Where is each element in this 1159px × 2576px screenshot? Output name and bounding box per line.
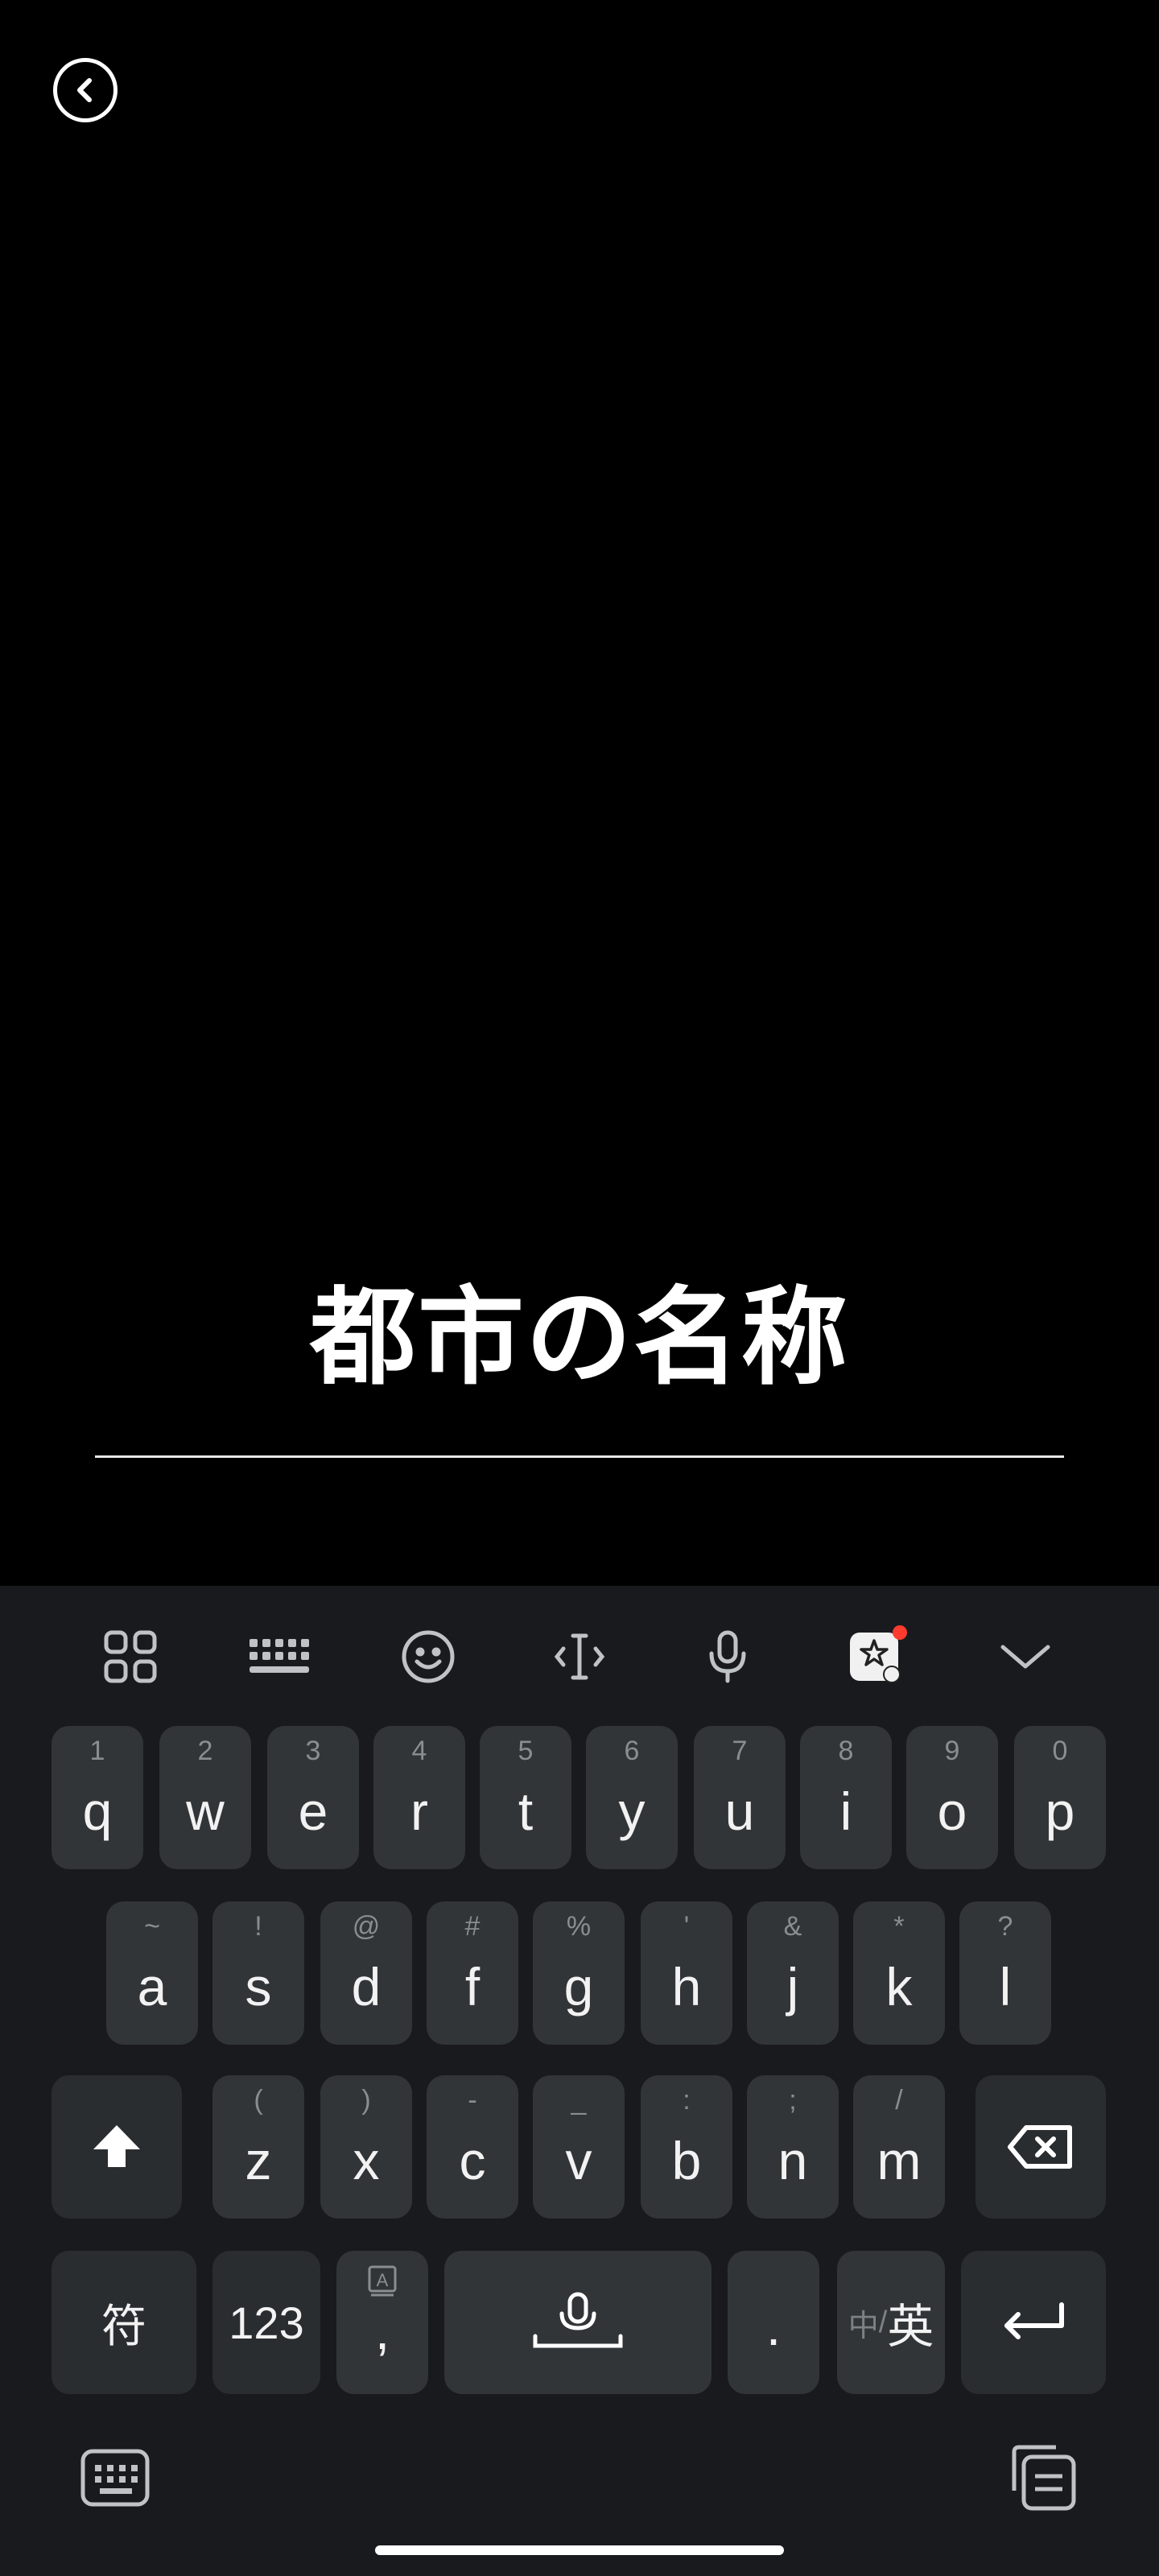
- comma-key[interactable]: A ,: [336, 2251, 428, 2394]
- key-k[interactable]: * k: [853, 1901, 945, 2045]
- emoji-icon[interactable]: [390, 1618, 467, 1695]
- keyboard-switcher-icon[interactable]: [79, 2447, 151, 2512]
- key-g[interactable]: % g: [533, 1901, 625, 2045]
- numbers-key[interactable]: 123: [212, 2251, 320, 2394]
- clipboard-icon[interactable]: [1008, 2444, 1079, 2515]
- back-button[interactable]: [53, 58, 118, 122]
- key-v[interactable]: _ v: [533, 2075, 625, 2219]
- shift-key[interactable]: [52, 2075, 182, 2219]
- home-indicator[interactable]: [375, 2545, 784, 2555]
- key-j[interactable]: & j: [747, 1901, 839, 2045]
- key-b[interactable]: :b: [641, 2075, 732, 2219]
- key-r[interactable]: 4r: [373, 1726, 465, 1869]
- backspace-icon: [1008, 2125, 1072, 2169]
- key-m[interactable]: / m: [853, 2075, 945, 2219]
- apps-grid-icon[interactable]: [92, 1618, 169, 1695]
- keyboard-layout-icon[interactable]: [240, 1618, 317, 1695]
- key-n[interactable]: ; n: [747, 2075, 839, 2219]
- key-x[interactable]: ) x: [320, 2075, 412, 2219]
- key-u[interactable]: 7u: [694, 1726, 786, 1869]
- key-e[interactable]: 3e: [267, 1726, 359, 1869]
- enter-arrow-icon: [1004, 2302, 1064, 2339]
- period-key[interactable]: .: [728, 2251, 819, 2394]
- soft-keyboard: 1q 2w 3e 4r 5t 6y 7u 8i 9o 0p ~ a ! s @ d #…: [0, 1586, 1159, 2576]
- page-title[interactable]: 都市の名称: [0, 1285, 1159, 1391]
- shift-arrow-icon: [93, 2125, 140, 2167]
- input-underline: [95, 1455, 1064, 1458]
- text-mode-icon: A: [368, 2265, 397, 2297]
- language-switch-key[interactable]: 中 / 英: [837, 2251, 945, 2394]
- key-t[interactable]: 5t: [480, 1726, 571, 1869]
- sticker-icon[interactable]: [839, 1618, 916, 1695]
- key-a[interactable]: ~ a: [106, 1901, 198, 2045]
- key-i[interactable]: 8i: [800, 1726, 892, 1869]
- collapse-keyboard-icon[interactable]: [987, 1618, 1064, 1695]
- space-microphone-icon: [533, 2292, 623, 2348]
- key-z[interactable]: (z: [212, 2075, 304, 2219]
- key-d[interactable]: @ d: [320, 1901, 412, 2045]
- backspace-key[interactable]: [975, 2075, 1106, 2219]
- chevron-left-icon: [77, 78, 92, 102]
- keyboard-toolbar: [0, 1586, 1159, 1715]
- key-l[interactable]: ? l: [959, 1901, 1051, 2045]
- space-key[interactable]: [444, 2251, 711, 2394]
- key-p[interactable]: 0p: [1014, 1726, 1106, 1869]
- key-h[interactable]: ' h: [641, 1901, 732, 2045]
- symbols-key[interactable]: 符: [52, 2251, 196, 2394]
- enter-key[interactable]: [961, 2251, 1106, 2394]
- key-q[interactable]: 1q: [52, 1726, 143, 1869]
- key-o[interactable]: 9o: [906, 1726, 998, 1869]
- svg-text:A: A: [377, 2270, 389, 2290]
- key-f[interactable]: # f: [427, 1901, 518, 2045]
- cursor-icon[interactable]: [541, 1618, 618, 1695]
- key-c[interactable]: -c: [427, 2075, 518, 2219]
- key-w[interactable]: 2w: [159, 1726, 251, 1869]
- key-s[interactable]: ! s: [212, 1901, 304, 2045]
- key-y[interactable]: 6y: [586, 1726, 678, 1869]
- microphone-icon[interactable]: [689, 1618, 766, 1695]
